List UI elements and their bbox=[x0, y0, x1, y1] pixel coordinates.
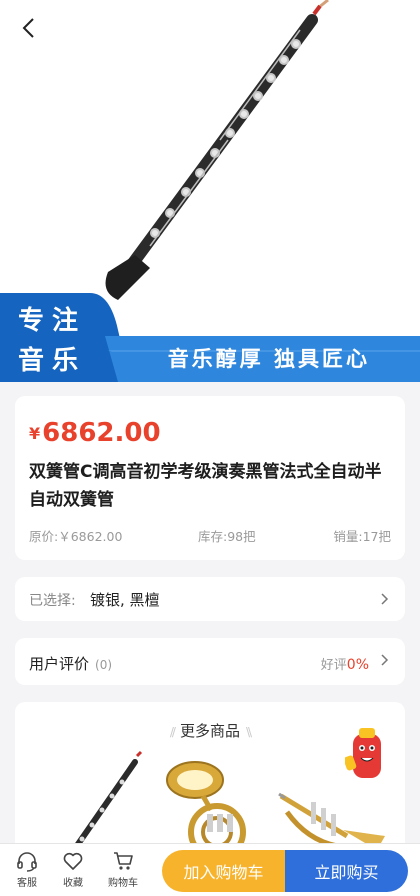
product-info-card: ¥6862.00 双簧管C调高音初学考级演奏黑管法式全自动半自动双簧管 原价:￥… bbox=[15, 396, 405, 560]
customer-service-label: 客服 bbox=[17, 878, 37, 889]
original-price: 原价:￥6862.00 bbox=[29, 529, 123, 544]
selection-value: 镀银, 黑檀 bbox=[90, 591, 160, 609]
good-rate: 好评0% bbox=[321, 654, 369, 673]
back-button[interactable] bbox=[14, 14, 42, 42]
spec-selector-row[interactable]: 已选择: 镀银, 黑檀 bbox=[15, 577, 405, 621]
good-rate-value: 0% bbox=[346, 657, 369, 673]
title-decoration-right: \\ bbox=[246, 725, 252, 739]
product-price: ¥6862.00 bbox=[29, 418, 161, 448]
selection-label: 已选择: bbox=[29, 593, 76, 609]
mascot-badge-icon[interactable] bbox=[345, 726, 389, 784]
headset-icon bbox=[17, 852, 37, 872]
favorite-label: 收藏 bbox=[63, 878, 83, 889]
currency-symbol: ¥ bbox=[29, 424, 41, 443]
reviews-count: (0) bbox=[95, 658, 113, 672]
heart-icon bbox=[63, 852, 83, 870]
product-hero-image: 专注 音乐 音乐醇厚 独具匠心 bbox=[0, 0, 420, 382]
sales-count: 销量:17把 bbox=[333, 529, 391, 544]
more-products-section: //更多商品 \\ bbox=[15, 702, 405, 862]
chevron-right-icon bbox=[381, 654, 389, 666]
banner-slogan-line2: 音乐 bbox=[18, 346, 87, 376]
add-to-cart-button[interactable]: 加入购物车 bbox=[162, 850, 285, 892]
buy-now-button[interactable]: 立即购买 bbox=[285, 850, 408, 892]
cart-tab[interactable]: 购物车 bbox=[100, 850, 146, 889]
banner-slogan-line1: 专注 bbox=[18, 306, 87, 336]
reviews-row[interactable]: 用户评价 (0) 好评0% bbox=[15, 638, 405, 685]
price-value: 6862.00 bbox=[42, 418, 161, 448]
shopping-cart-icon bbox=[114, 852, 133, 870]
reviews-label: 用户评价 (0) bbox=[29, 653, 112, 674]
product-title: 双簧管C调高音初学考级演奏黑管法式全自动半自动双簧管 bbox=[29, 462, 382, 510]
good-rate-label: 好评 bbox=[320, 658, 347, 673]
chevron-left-icon bbox=[22, 18, 34, 38]
chevron-right-icon bbox=[381, 593, 389, 605]
more-products-title-text: 更多商品 bbox=[179, 722, 240, 740]
title-decoration-left: // bbox=[169, 725, 176, 739]
customer-service-tab[interactable]: 客服 bbox=[4, 850, 50, 889]
bottom-action-bar: 客服 收藏 购物车 加入购物车 立即购买 bbox=[0, 843, 420, 896]
banner-tagline: 音乐醇厚 独具匠心 bbox=[167, 347, 370, 371]
reviews-title-text: 用户评价 bbox=[29, 655, 90, 673]
cart-label: 购物车 bbox=[108, 878, 138, 889]
stock-count: 库存:98把 bbox=[198, 529, 256, 544]
favorite-tab[interactable]: 收藏 bbox=[50, 850, 96, 889]
